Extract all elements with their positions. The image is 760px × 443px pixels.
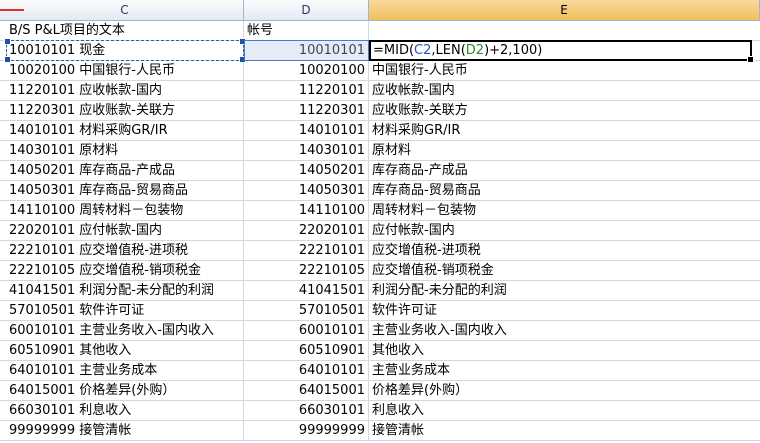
cell-e[interactable]: 应交增值税-销项税金 xyxy=(369,261,760,280)
cell-c[interactable]: 66030101 利息收入 xyxy=(6,401,244,420)
cell-c[interactable]: 99999999 接管清帐 xyxy=(6,421,244,440)
cell-d[interactable]: 10020100 xyxy=(244,61,369,80)
cell-d[interactable]: 64015001 xyxy=(244,381,369,400)
cell-c[interactable]: 11220301 应收账款-关联方 xyxy=(6,101,244,120)
cell-c[interactable]: 14050301 库存商品-贸易商品 xyxy=(6,181,244,200)
cell-d[interactable]: 14030101 xyxy=(244,141,369,160)
cell-e[interactable]: 原材料 xyxy=(369,141,760,160)
formula-cell-editor[interactable]: =MID(C2,LEN(D2)+2,100) xyxy=(369,40,754,63)
cell-d[interactable]: 11220101 xyxy=(244,81,369,100)
cell-e[interactable]: 利息收入 xyxy=(369,401,760,420)
cell-d[interactable]: 64010101 xyxy=(244,361,369,380)
table-row: 11220101 应收帐款-国内 11220101 应收帐款-国内 xyxy=(0,81,760,101)
cell-e[interactable]: 库存商品-贸易商品 xyxy=(369,181,760,200)
cell-d[interactable]: 22210105 xyxy=(244,261,369,280)
cell-e[interactable]: 接管清帐 xyxy=(369,421,760,440)
table-row: 14030101 原材料 14030101 原材料 xyxy=(0,141,760,161)
cell-e[interactable]: 软件许可证 xyxy=(369,301,760,320)
cell-c[interactable]: 14010101 材料采购GR/IR xyxy=(6,121,244,140)
cell-d[interactable]: 14010101 xyxy=(244,121,369,140)
cell-e[interactable]: 主营业务收入-国内收入 xyxy=(369,321,760,340)
cell-c2[interactable]: 10010101 现金 xyxy=(6,41,244,60)
table-row: 14050201 库存商品-产成品 14050201 库存商品-产成品 xyxy=(0,161,760,181)
cell-e[interactable]: 库存商品-产成品 xyxy=(369,161,760,180)
cell-d[interactable]: 22020101 xyxy=(244,221,369,240)
cell-e[interactable]: 中国银行-人民币 xyxy=(369,61,760,80)
cell-e[interactable]: 周转材料－包装物 xyxy=(369,201,760,220)
cell-grid: B/S P&L项目的文本 帐号 10010101 现金 10010101 100… xyxy=(0,21,760,443)
cell-c[interactable]: 22020101 应付帐款-国内 xyxy=(6,221,244,240)
table-row: 22210101 应交增值税-进项税 22210101 应交增值税-进项税 xyxy=(0,241,760,261)
table-row: 10020100 中国银行-人民币 10020100 中国银行-人民币 xyxy=(0,61,760,81)
formula-ref-d2: D2 xyxy=(465,43,485,58)
table-row: 14050301 库存商品-贸易商品 14050301 库存商品-贸易商品 xyxy=(0,181,760,201)
column-header-c[interactable]: C xyxy=(6,0,244,20)
cell-d[interactable]: 99999999 xyxy=(244,421,369,440)
cell-e[interactable]: 材料采购GR/IR xyxy=(369,121,760,140)
cell-d[interactable]: 66030101 xyxy=(244,401,369,420)
table-row: 11220301 应收账款-关联方 11220301 应收账款-关联方 xyxy=(0,101,760,121)
cell-c[interactable]: 14050201 库存商品-产成品 xyxy=(6,161,244,180)
cell-c[interactable]: 60510901 其他收入 xyxy=(6,341,244,360)
cell-d[interactable]: 11220301 xyxy=(244,101,369,120)
cell-e[interactable]: 应收账款-关联方 xyxy=(369,101,760,120)
column-header-e[interactable]: E xyxy=(369,0,760,20)
cell-d1[interactable]: 帐号 xyxy=(244,21,369,40)
formula-ref-c2: C2 xyxy=(414,43,432,58)
cell-c[interactable]: 10020100 中国银行-人民币 xyxy=(6,61,244,80)
cell-c[interactable]: 41041501 利润分配-未分配的利润 xyxy=(6,281,244,300)
cell-d[interactable]: 14050201 xyxy=(244,161,369,180)
table-row: 22210105 应交增值税-销项税金 22210105 应交增值税-销项税金 xyxy=(0,261,760,281)
cell-d[interactable]: 14050301 xyxy=(244,181,369,200)
spreadsheet: C D E B/S P&L项目的文本 帐号 10010101 现金 100101… xyxy=(0,0,760,443)
column-header-row: C D E xyxy=(0,0,760,21)
cell-e[interactable]: 应收帐款-国内 xyxy=(369,81,760,100)
table-row: 14010101 材料采购GR/IR 14010101 材料采购GR/IR xyxy=(0,121,760,141)
table-row: 60010101 主营业务收入-国内收入 60010101 主营业务收入-国内收入 xyxy=(0,321,760,341)
cell-c[interactable]: 22210105 应交增值税-销项税金 xyxy=(6,261,244,280)
table-row: 14110100 周转材料－包装物 14110100 周转材料－包装物 xyxy=(0,201,760,221)
formula-prefix: =MID( xyxy=(373,43,415,58)
cell-e[interactable]: 主营业务成本 xyxy=(369,361,760,380)
cell-c[interactable]: 11220101 应收帐款-国内 xyxy=(6,81,244,100)
table-row: 99999999 接管清帐 99999999 接管清帐 xyxy=(0,421,760,441)
cell-c[interactable]: 57010501 软件许可证 xyxy=(6,301,244,320)
cell-d[interactable]: 14110100 xyxy=(244,201,369,220)
table-row: 41041501 利润分配-未分配的利润 41041501 利润分配-未分配的利润 xyxy=(0,281,760,301)
table-row: 22020101 应付帐款-国内 22020101 应付帐款-国内 xyxy=(0,221,760,241)
cell-d2[interactable]: 10010101 xyxy=(244,41,369,60)
cell-c[interactable]: 64015001 价格差异(外购） xyxy=(6,381,244,400)
cell-c[interactable]: 14110100 周转材料－包装物 xyxy=(6,201,244,220)
fill-handle[interactable] xyxy=(747,56,754,63)
table-row: 57010501 软件许可证 57010501 软件许可证 xyxy=(0,301,760,321)
cell-e[interactable]: 价格差异(外购） xyxy=(369,381,760,400)
column-header-d[interactable]: D xyxy=(244,0,369,20)
cell-e[interactable]: 应付帐款-国内 xyxy=(369,221,760,240)
cell-e[interactable]: 应交增值税-进项税 xyxy=(369,241,760,260)
cell-d[interactable]: 57010501 xyxy=(244,301,369,320)
table-row: 60510901 其他收入 60510901 其他收入 xyxy=(0,341,760,361)
cell-c[interactable]: 14030101 原材料 xyxy=(6,141,244,160)
table-row: 64010101 主营业务成本 64010101 主营业务成本 xyxy=(0,361,760,381)
cell-c[interactable]: 60010101 主营业务收入-国内收入 xyxy=(6,321,244,340)
cell-e1[interactable] xyxy=(369,21,760,40)
table-row: 66030101 利息收入 66030101 利息收入 xyxy=(0,401,760,421)
cell-d[interactable]: 60510901 xyxy=(244,341,369,360)
cell-e[interactable]: 利润分配-未分配的利润 xyxy=(369,281,760,300)
cell-c1[interactable]: B/S P&L项目的文本 xyxy=(6,21,244,40)
cell-c[interactable]: 64010101 主营业务成本 xyxy=(6,361,244,380)
cell-c[interactable]: 22210101 应交增值税-进项税 xyxy=(6,241,244,260)
table-row: 64015001 价格差异(外购） 64015001 价格差异(外购） xyxy=(0,381,760,401)
cell-d[interactable]: 60010101 xyxy=(244,321,369,340)
formula-mid: ,LEN( xyxy=(431,43,466,58)
formula-suffix: )+2,100) xyxy=(484,43,543,58)
cell-d[interactable]: 22210101 xyxy=(244,241,369,260)
cell-d[interactable]: 41041501 xyxy=(244,281,369,300)
table-row-header: B/S P&L项目的文本 帐号 xyxy=(0,21,760,41)
cell-e[interactable]: 其他收入 xyxy=(369,341,760,360)
